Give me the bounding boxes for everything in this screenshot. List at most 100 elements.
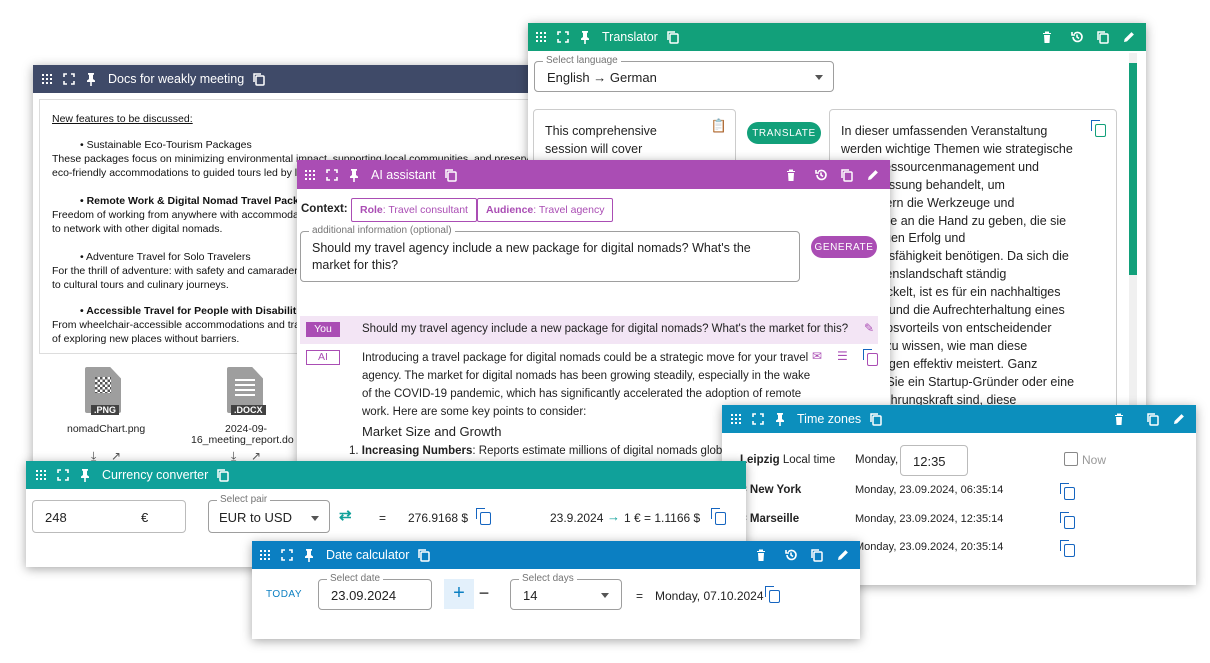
source-line: This comprehensive (545, 124, 657, 138)
copy-icon[interactable] (711, 508, 726, 525)
edit-icon[interactable] (1118, 23, 1140, 51)
language-select[interactable]: Select language English → German (534, 55, 834, 92)
translation-line: erbsvorteils von entscheidender (875, 320, 1052, 335)
translate-button[interactable]: TRANSLATE (747, 122, 821, 144)
section-heading: Market Size and Growth (362, 424, 502, 439)
email-icon[interactable]: ✉ (812, 349, 822, 363)
copy-icon[interactable] (212, 461, 234, 489)
edit-icon[interactable] (832, 541, 854, 569)
docs-heading: New features to be discussed: (52, 113, 193, 125)
pin-icon[interactable] (80, 65, 102, 93)
date-input[interactable]: Select date 23.09.2024 (318, 573, 432, 610)
pair-select[interactable]: Select pair EUR to USD (208, 494, 330, 533)
history-icon[interactable] (780, 541, 802, 569)
tz-time: Monday, 23.09.2024, 06:35:14 (855, 484, 1004, 496)
copy-icon[interactable] (765, 586, 780, 603)
home-time-input[interactable]: 12:35 (900, 445, 968, 476)
days-select[interactable]: Select days 14 (510, 573, 622, 610)
fullscreen-icon[interactable] (58, 65, 80, 93)
pin-icon[interactable] (343, 161, 365, 189)
translation-line: werden wichtige Themen wie strategische (841, 141, 1073, 156)
equals: = (636, 589, 644, 603)
swap-icon[interactable]: ⇄ (339, 506, 352, 524)
history-icon[interactable] (810, 161, 832, 189)
copy-icon[interactable] (1091, 120, 1106, 137)
file-png[interactable]: .PNG nomadChart.png ⤓ ↗ (65, 367, 165, 467)
drag-handle-icon[interactable] (30, 461, 52, 489)
copy-icon[interactable] (662, 23, 684, 51)
copy-icon[interactable] (440, 161, 462, 189)
feature-description: to network with other digital nomads. (52, 223, 223, 235)
edit-icon[interactable] (1168, 405, 1190, 433)
duplicate-icon[interactable] (836, 161, 858, 189)
fullscreen-icon[interactable] (276, 541, 298, 569)
list-item-text: : Reports estimate millions of digital n… (472, 445, 740, 457)
now-checkbox[interactable] (1064, 452, 1078, 466)
fullscreen-icon[interactable] (321, 161, 343, 189)
duplicate-icon[interactable] (806, 541, 828, 569)
clipboard-icon[interactable]: 📋 (711, 118, 727, 134)
tz-time: Monday, 23.09.2024, 12:35:14 (855, 512, 1004, 525)
copy-icon[interactable] (1060, 540, 1075, 557)
amount-input[interactable]: 248 € (32, 500, 186, 533)
generate-button[interactable]: GENERATE (811, 236, 877, 258)
drag-handle-icon[interactable] (254, 541, 276, 569)
additional-info-field[interactable]: additional information (optional) Should… (300, 225, 800, 282)
fullscreen-icon[interactable] (747, 405, 769, 433)
copy-icon[interactable] (865, 405, 887, 433)
scrollbar[interactable] (1129, 53, 1137, 423)
copy-icon[interactable] (1060, 483, 1075, 500)
copy-icon[interactable] (863, 349, 878, 366)
fullscreen-icon[interactable] (552, 23, 574, 51)
duplicate-icon[interactable] (1142, 405, 1164, 433)
drag-handle-icon[interactable] (299, 161, 321, 189)
pair-label: Select pair (217, 494, 271, 506)
date-label: Select date (327, 573, 384, 585)
copy-icon[interactable] (413, 541, 435, 569)
pin-icon[interactable] (574, 23, 596, 51)
audience-value: : Travel agency (533, 204, 605, 216)
edit-icon[interactable] (862, 161, 884, 189)
ai-title: AI assistant (371, 167, 436, 182)
ai-badge: AI (306, 350, 340, 365)
edit-message-icon[interactable]: ✎ (864, 321, 874, 335)
pin-icon[interactable] (298, 541, 320, 569)
currency-titlebar: Currency converter (26, 461, 746, 489)
scrollbar-thumb[interactable] (1129, 63, 1137, 275)
date-value: 23.09.2024 (331, 588, 397, 603)
drag-handle-icon[interactable] (725, 405, 747, 433)
translation-line: Ressourcenmanagement und (875, 159, 1039, 174)
drag-handle-icon[interactable] (36, 65, 58, 93)
pin-icon[interactable] (769, 405, 791, 433)
role-chip[interactable]: Role: Travel consultant (351, 198, 477, 222)
plus-button[interactable]: + (444, 579, 474, 609)
feature-title: • Remote Work & Digital Nomad Travel Pac… (80, 195, 317, 207)
duplicate-icon[interactable] (1092, 23, 1114, 51)
audience-chip[interactable]: Audience: Travel agency (477, 198, 614, 222)
ai-response-line: agency. The market for digital nomads ha… (362, 370, 811, 382)
minus-button[interactable]: − (474, 579, 494, 609)
home-city-suffix: Local time (782, 454, 836, 466)
delete-icon[interactable] (1108, 405, 1130, 433)
history-icon[interactable] (1066, 23, 1088, 51)
copy-icon[interactable] (476, 508, 491, 525)
translation-line: wickelt, ist es für ein nachhaltiges (875, 285, 1061, 300)
date-title: Date calculator (326, 548, 410, 562)
rate-date: 23.9.2024 (550, 511, 604, 525)
today-button[interactable]: TODAY (266, 589, 302, 600)
copy-icon[interactable] (248, 65, 270, 93)
rate-value: 1 € = 1.1166 $ (624, 511, 701, 525)
translation-line: In dieser umfassenden Veranstaltung (841, 124, 1048, 138)
delete-icon[interactable] (780, 161, 802, 189)
delete-icon[interactable] (750, 541, 772, 569)
translator-titlebar: Translator (528, 23, 1146, 51)
drag-handle-icon[interactable] (530, 23, 552, 51)
pin-icon[interactable] (74, 461, 96, 489)
notes-icon[interactable]: ☰ (837, 349, 848, 363)
copy-icon[interactable] (1060, 511, 1075, 529)
file-docx[interactable]: .DOCX 2024-09- 16_meeting_report.do ⤓ ↗ (191, 367, 311, 467)
translation-line: ungen effektiv meistert. Ganz (875, 356, 1038, 371)
user-message: You Should my travel agency include a ne… (300, 316, 878, 344)
delete-icon[interactable] (1036, 23, 1058, 51)
fullscreen-icon[interactable] (52, 461, 74, 489)
